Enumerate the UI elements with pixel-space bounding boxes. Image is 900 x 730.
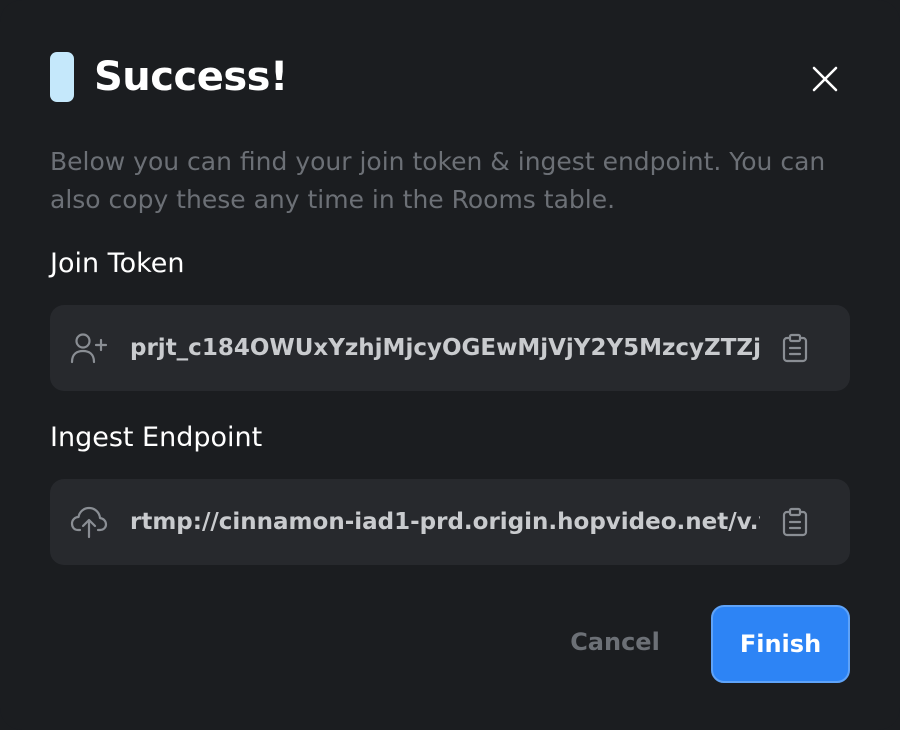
dialog-description: Below you can find your join token & ing… [50,147,826,214]
join-token-label: Join Token [50,248,185,279]
copy-join-token-button[interactable] [778,331,812,365]
dialog-title: Success! [94,54,288,100]
accent-pill [50,52,74,102]
ingest-endpoint-label: Ingest Endpoint [50,422,263,453]
add-user-icon [70,329,108,367]
join-token-field[interactable]: prjt_c184OWUxYzhjMjcyOGEwMjVjY2Y5MzcyZTZ… [50,305,850,391]
close-button[interactable] [806,60,844,98]
finish-button[interactable]: Finish [711,605,850,683]
success-dialog: Success! Below you can find your join to… [0,0,900,730]
cloud-upload-icon [70,503,108,541]
clipboard-icon [782,507,808,537]
cancel-button[interactable]: Cancel [548,612,682,672]
copy-ingest-endpoint-button[interactable] [778,505,812,539]
ingest-endpoint-value[interactable]: rtmp://cinnamon-iad1-prd.origin.hopvideo… [130,509,760,535]
join-token-value[interactable]: prjt_c184OWUxYzhjMjcyOGEwMjVjY2Y5MzcyZTZ… [130,335,760,361]
clipboard-icon [782,333,808,363]
close-icon [812,66,838,92]
ingest-endpoint-field[interactable]: rtmp://cinnamon-iad1-prd.origin.hopvideo… [50,479,850,565]
dialog-header: Success! [50,52,288,102]
